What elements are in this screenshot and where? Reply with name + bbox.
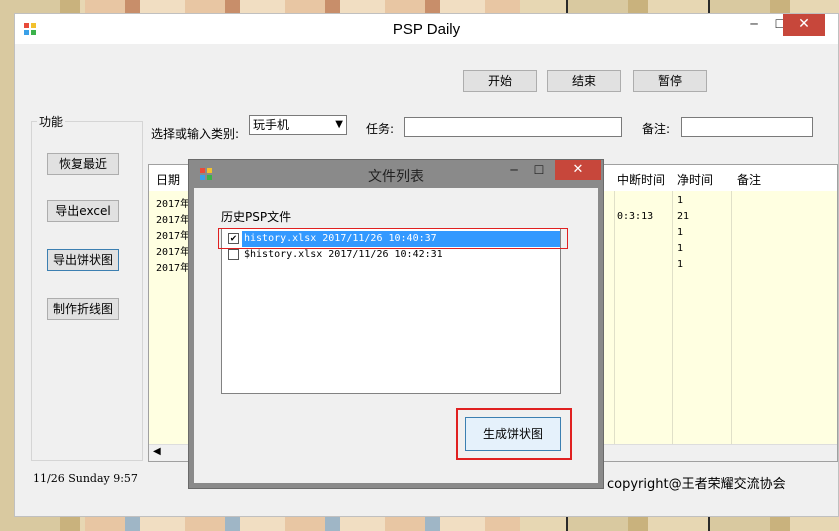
dialog-client: 历史PSP文件 ✔ history.xlsx 2017/11/26 10:40:… <box>194 188 598 483</box>
scroll-left-icon[interactable]: ◀ <box>153 446 161 457</box>
table-row-net: 1 <box>677 259 684 270</box>
title-bar: PSP Daily ─ ☐ ✕ <box>15 14 838 44</box>
table-row-net: 21 <box>677 211 690 222</box>
selection-highlight-box <box>218 228 568 249</box>
table-row-date: 2017年 <box>156 231 191 242</box>
make-line-chart-button[interactable]: 制作折线图 <box>47 298 119 320</box>
dialog-close-button[interactable]: ✕ <box>555 160 601 180</box>
window-title: PSP Daily <box>392 21 461 38</box>
function-group-title: 功能 <box>37 113 66 130</box>
category-value: 玩手机 <box>253 118 290 132</box>
column-header-net[interactable]: 净时间 <box>677 171 713 188</box>
table-row-net: 1 <box>677 243 684 254</box>
table-row-date: 2017年 <box>156 215 191 226</box>
start-button[interactable]: 开始 <box>463 70 537 92</box>
chevron-down-icon: ▼ <box>335 119 343 130</box>
table-row-interrupt: 0:3:13 <box>617 211 654 222</box>
dialog-title-bar: 文件列表 ─ ☐ ✕ <box>189 160 603 188</box>
category-label: 选择或输入类别: <box>151 127 240 141</box>
pause-button[interactable]: 暂停 <box>633 70 707 92</box>
desktop-wallpaper-top <box>85 0 520 14</box>
grid-column-divider <box>731 191 732 445</box>
file-list-dialog: 文件列表 ─ ☐ ✕ 历史PSP文件 ✔ history.xlsx 2017/1… <box>188 159 604 489</box>
checkbox-unchecked[interactable] <box>228 249 239 260</box>
restore-recent-button[interactable]: 恢复最近 <box>47 153 119 175</box>
grid-column-divider <box>672 191 673 445</box>
datetime-status: 11/26 Sunday 9:57 <box>33 472 138 485</box>
minimize-button[interactable]: ─ <box>740 14 768 36</box>
category-combo[interactable]: 玩手机 ▼ <box>249 115 347 135</box>
grid-column-divider <box>614 191 615 445</box>
table-row-net: 1 <box>677 195 684 206</box>
generate-pie-button[interactable]: 生成饼状图 <box>465 417 561 451</box>
file-name: $history.xlsx 2017/11/26 10:42:31 <box>244 249 443 260</box>
note-label: 备注: <box>642 122 671 136</box>
file-listbox[interactable]: ✔ history.xlsx 2017/11/26 10:40:37 $hist… <box>221 228 561 394</box>
history-files-label: 历史PSP文件 <box>221 210 292 224</box>
dialog-maximize-button[interactable]: ☐ <box>526 160 552 180</box>
copyright-text: copyright@王者荣耀交流协会 <box>607 477 786 492</box>
table-row-date: 2017年 <box>156 199 191 210</box>
column-header-note[interactable]: 备注 <box>737 171 761 188</box>
task-input[interactable] <box>404 117 622 137</box>
dialog-minimize-button[interactable]: ─ <box>501 160 527 180</box>
end-button[interactable]: 结束 <box>547 70 621 92</box>
table-row-net: 1 <box>677 227 684 238</box>
close-button[interactable]: ✕ <box>783 14 825 36</box>
table-row-date: 2017年 <box>156 247 191 258</box>
column-header-date[interactable]: 日期 <box>156 171 180 188</box>
export-excel-button[interactable]: 导出excel <box>47 200 119 222</box>
export-pie-button[interactable]: 导出饼状图 <box>47 249 119 271</box>
column-header-interrupt[interactable]: 中断时间 <box>617 171 665 188</box>
table-row-date: 2017年 <box>156 263 191 274</box>
note-input[interactable] <box>681 117 813 137</box>
task-label: 任务: <box>366 122 395 136</box>
desktop-wallpaper-bottom <box>85 517 520 531</box>
list-item[interactable]: $history.xlsx 2017/11/26 10:42:31 <box>224 247 558 263</box>
